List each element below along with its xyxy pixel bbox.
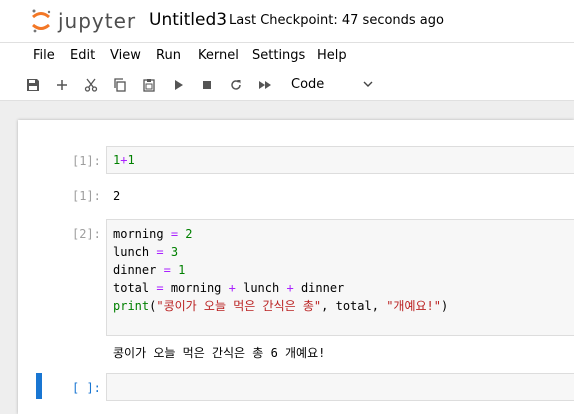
cell-3-input-prompt: [ ]: [72, 381, 101, 395]
menu-file[interactable]: File [33, 48, 55, 63]
fast-forward-icon[interactable] [256, 76, 274, 94]
menu-kernel[interactable]: Kernel [198, 48, 239, 63]
cell-1-output: 2 [113, 189, 121, 203]
cut-icon[interactable] [82, 76, 100, 94]
active-cell-indicator [36, 373, 42, 399]
notebook-title[interactable]: Untitled3 [149, 10, 227, 30]
cell-3-input[interactable] [106, 373, 574, 401]
run-icon[interactable] [169, 76, 187, 94]
cell-1-input[interactable]: 1+1 [106, 146, 574, 174]
jupyter-logo-icon [32, 9, 51, 33]
jupyter-logo[interactable]: jupyter [30, 6, 136, 36]
menu-help[interactable]: Help [317, 48, 347, 63]
logo-text: jupyter [58, 9, 137, 33]
menu-edit[interactable]: Edit [70, 48, 95, 63]
cell-2-input[interactable]: morning = 2 lunch = 3 dinner = 1 total =… [106, 219, 574, 336]
checkpoint-status: Last Checkpoint: 47 seconds ago [229, 13, 444, 28]
menu-bar: File Edit View Run Kernel Settings Help [0, 42, 574, 71]
menu-settings[interactable]: Settings [252, 48, 305, 63]
menu-view[interactable]: View [110, 48, 141, 63]
toolbar: Code [0, 70, 574, 101]
cell-1-input-prompt: [1]: [72, 154, 101, 168]
header: jupyter Untitled3 Last Checkpoint: 47 se… [0, 0, 574, 42]
save-icon[interactable] [24, 76, 42, 94]
stop-icon[interactable] [198, 76, 216, 94]
restart-icon[interactable] [227, 76, 245, 94]
cell-type-select[interactable]: Code [291, 77, 324, 92]
cell-1-output-prompt: [1]: [72, 189, 101, 203]
cell-2-output: 콩이가 오늘 먹은 간식은 총 6 개예요! [113, 346, 326, 360]
cell-2-input-prompt: [2]: [72, 227, 101, 241]
paste-icon[interactable] [140, 76, 158, 94]
chevron-down-icon[interactable] [362, 79, 374, 89]
add-icon[interactable] [53, 76, 71, 94]
copy-icon[interactable] [111, 76, 129, 94]
menu-run[interactable]: Run [156, 48, 181, 63]
